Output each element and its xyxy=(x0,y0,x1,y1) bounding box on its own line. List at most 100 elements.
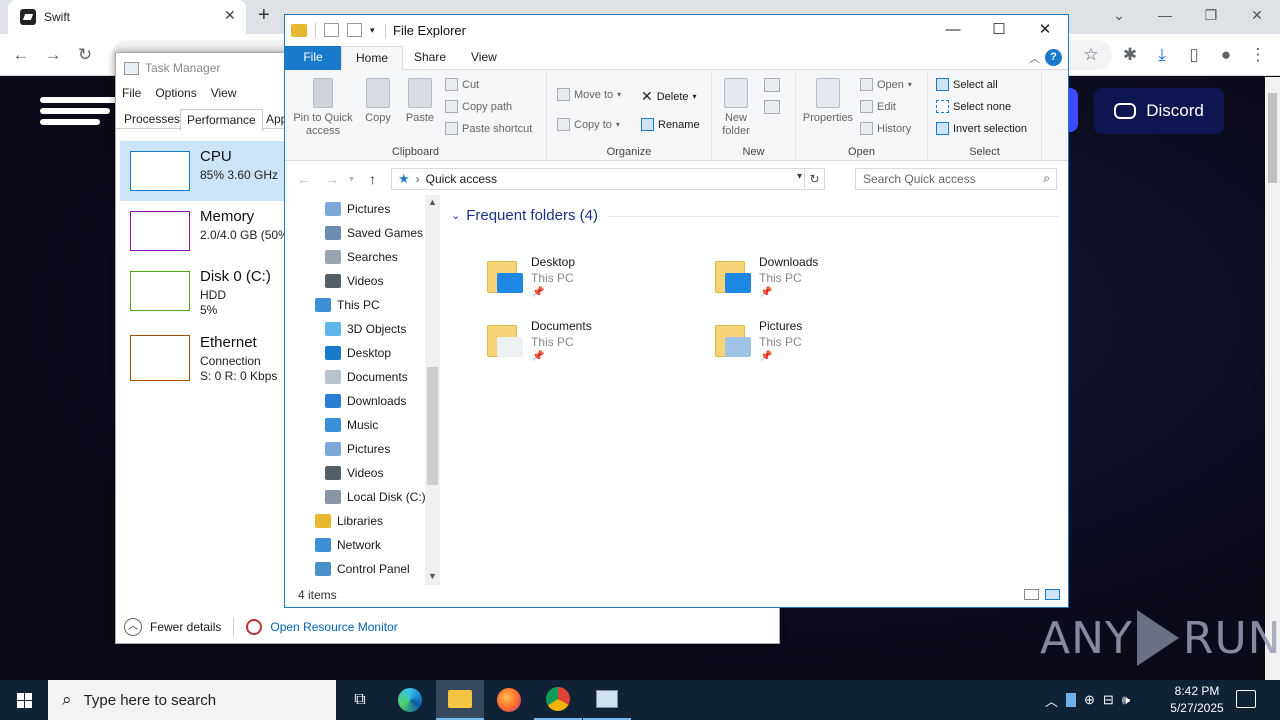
folder-tile[interactable]: Desktop This PC 📌 xyxy=(485,253,685,309)
chrome-close-button[interactable]: ✕ xyxy=(1234,0,1280,30)
minimize-button[interactable]: — xyxy=(930,15,976,45)
file-explorer-taskbar-button[interactable] xyxy=(436,680,484,720)
chevron-up-icon[interactable]: ︿ xyxy=(124,618,142,636)
meet-now-icon[interactable]: ⊕ xyxy=(1084,692,1095,708)
page-scrollbar[interactable] xyxy=(1265,77,1280,680)
taskbar-search[interactable]: ⌕ Type here to search xyxy=(48,680,336,720)
perf-item-cpu[interactable]: CPU 85% 3.60 GHz xyxy=(120,141,285,201)
tab-file[interactable]: File xyxy=(285,46,341,70)
search-input[interactable]: Search Quick access ⌕ xyxy=(855,168,1057,190)
rename-button[interactable]: Rename xyxy=(641,118,700,131)
fewer-details-link[interactable]: Fewer details xyxy=(150,620,221,634)
nav-item[interactable]: This PC xyxy=(315,293,380,317)
nav-item[interactable]: Local Disk (C:) xyxy=(325,485,426,509)
select-all-button[interactable]: Select all xyxy=(936,78,998,91)
side-panel-icon[interactable]: ▯ xyxy=(1183,44,1205,66)
scroll-down-icon[interactable]: ▼ xyxy=(428,571,437,581)
frequent-folders-header[interactable]: ⌄ Frequent folders (4) xyxy=(451,207,598,224)
forward-icon[interactable]: → xyxy=(325,171,339,187)
start-button[interactable] xyxy=(0,680,48,720)
reload-icon[interactable]: ↻ xyxy=(74,44,96,66)
new-item-icon[interactable] xyxy=(764,78,780,92)
back-icon[interactable]: ← xyxy=(297,171,311,187)
firefox-button[interactable] xyxy=(485,680,533,720)
close-tab-icon[interactable]: ✕ xyxy=(224,7,236,24)
profile-avatar-icon[interactable]: ● xyxy=(1215,44,1237,66)
perf-item-memory[interactable]: Memory 2.0/4.0 GB (50% xyxy=(120,201,289,261)
chrome-restore-button[interactable]: ❐ xyxy=(1188,0,1234,30)
copy-to-button[interactable]: Copy to ▾ xyxy=(557,118,620,131)
move-to-button[interactable]: Move to ▾ xyxy=(557,88,621,101)
nav-item[interactable]: Documents xyxy=(325,365,408,389)
forward-arrow-icon[interactable]: → xyxy=(42,44,64,66)
cut-button[interactable]: Cut xyxy=(445,78,479,91)
perf-item-disk[interactable]: Disk 0 (C:) HDD 5% xyxy=(120,261,285,321)
edge-button[interactable] xyxy=(386,680,434,720)
navigation-scrollbar[interactable]: ▲ ▼ xyxy=(425,195,440,585)
maximize-button[interactable]: ☐ xyxy=(976,15,1022,45)
refresh-icon[interactable]: ↻ xyxy=(804,169,824,189)
chevron-up-icon[interactable]: ︿ xyxy=(1045,691,1058,710)
breadcrumb-quick-access[interactable]: Quick access xyxy=(426,172,497,186)
new-tab-button[interactable]: + xyxy=(258,4,270,27)
folder-tile[interactable]: Downloads This PC 📌 xyxy=(713,253,913,309)
page-scrollbar-thumb[interactable] xyxy=(1268,93,1277,183)
properties-button[interactable]: Properties xyxy=(800,78,856,125)
chrome-taskbar-button[interactable] xyxy=(534,680,582,720)
folder-tile[interactable]: Documents This PC 📌 xyxy=(485,317,685,373)
nav-item[interactable]: Pictures xyxy=(325,197,390,221)
scroll-up-icon[interactable]: ▲ xyxy=(428,197,437,207)
nav-item[interactable]: Searches xyxy=(325,245,398,269)
menu-view[interactable]: View xyxy=(211,86,237,100)
discord-button[interactable]: Discord xyxy=(1094,88,1224,134)
menu-options[interactable]: Options xyxy=(155,86,196,100)
copy-path-button[interactable]: Copy path xyxy=(445,100,512,113)
address-dropdown-icon[interactable]: ▾ xyxy=(797,171,802,182)
volume-icon[interactable]: 🕪 xyxy=(1122,692,1130,708)
tab-share[interactable]: Share xyxy=(400,46,460,70)
network-icon[interactable]: ⊟ xyxy=(1103,692,1114,708)
perf-item-ethernet[interactable]: Ethernet Connection S: 0 R: 0 Kbps xyxy=(120,327,285,387)
edit-button[interactable]: Edit xyxy=(860,100,896,113)
collapse-ribbon-icon[interactable]: ︿ xyxy=(1029,50,1040,66)
nav-item[interactable]: Videos xyxy=(325,461,383,485)
bookmark-star-icon[interactable]: ☆ xyxy=(1080,44,1102,66)
help-icon[interactable]: ? xyxy=(1045,49,1062,66)
chrome-menu-icon[interactable]: ⋮ xyxy=(1247,44,1269,66)
easy-access-icon[interactable] xyxy=(764,100,780,114)
tab-performance[interactable]: Performance xyxy=(180,109,263,131)
chrome-tab[interactable]: Swift ✕ xyxy=(8,0,246,34)
nav-item[interactable]: Control Panel xyxy=(315,557,410,581)
tab-home[interactable]: Home xyxy=(341,46,404,71)
large-icons-view-icon[interactable] xyxy=(1045,589,1060,600)
nav-item[interactable]: Pictures xyxy=(325,437,390,461)
navigation-scroll-thumb[interactable] xyxy=(427,367,438,485)
select-none-button[interactable]: Select none xyxy=(936,100,1011,113)
chrome-minimize-button[interactable]: — xyxy=(1142,0,1188,30)
paste-shortcut-button[interactable]: Paste shortcut xyxy=(445,122,532,135)
qat-dropdown-icon[interactable]: ▾ xyxy=(370,25,375,36)
recent-locations-icon[interactable]: ▾ xyxy=(349,174,354,185)
extensions-icon[interactable]: ✱ xyxy=(1119,44,1141,66)
close-button[interactable]: ✕ xyxy=(1022,15,1068,45)
details-view-icon[interactable] xyxy=(1024,589,1039,600)
task-manager-taskbar-button[interactable] xyxy=(583,680,631,720)
task-view-button[interactable]: ⧉ xyxy=(336,680,384,720)
folder-tile[interactable]: Pictures This PC 📌 xyxy=(713,317,913,373)
up-arrow-icon[interactable]: ↑ xyxy=(369,171,376,187)
nav-item[interactable]: Network xyxy=(315,533,381,557)
new-folder-button[interactable]: New folder xyxy=(716,78,756,138)
download-icon[interactable]: ⤓ xyxy=(1151,44,1173,66)
nav-item[interactable]: Music xyxy=(325,413,378,437)
nav-item[interactable]: 3D Objects xyxy=(325,317,406,341)
delete-button[interactable]: ✕ Delete ▾ xyxy=(641,88,697,105)
tray-app-icon[interactable] xyxy=(1066,693,1077,707)
tab-processes[interactable]: Processes xyxy=(118,109,186,131)
tab-view[interactable]: View xyxy=(457,46,511,70)
address-box[interactable]: ★ › Quick access ▾ ↻ xyxy=(391,168,825,190)
clock[interactable]: 8:42 PM 5/27/2025 xyxy=(1164,683,1230,717)
notification-center-icon[interactable] xyxy=(1236,690,1256,708)
open-resource-monitor-link[interactable]: Open Resource Monitor xyxy=(270,620,397,634)
pin-to-quick-access-button[interactable]: Pin to Quick access xyxy=(291,78,355,138)
menu-file[interactable]: File xyxy=(122,86,141,100)
